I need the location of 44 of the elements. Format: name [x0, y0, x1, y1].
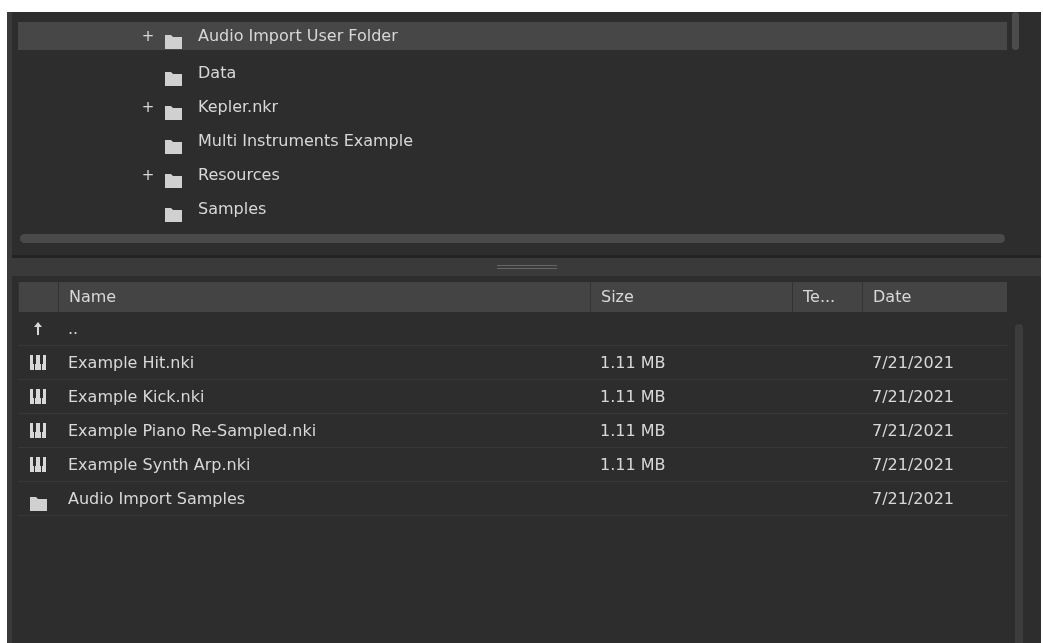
folder-icon — [165, 139, 182, 154]
table-cell: 7/21/2021 — [872, 386, 955, 406]
tree-item[interactable]: Multi Instruments Example — [18, 124, 1007, 158]
table-cell: 7/21/2021 — [872, 352, 955, 372]
table-cell: 1.11 MB — [600, 352, 666, 372]
file-name[interactable]: Example Piano Re-Sampled.nki — [68, 420, 317, 440]
file-name[interactable]: Example Hit.nki — [68, 352, 195, 372]
column-header[interactable]: Te... — [792, 282, 862, 312]
tree-item[interactable]: + Kepler.nkr — [18, 90, 1007, 124]
column-header[interactable]: Size — [590, 282, 792, 312]
file-name[interactable]: Audio Import Samples — [68, 488, 246, 508]
table-cell: 7/21/2021 — [872, 420, 955, 440]
column-header[interactable]: Date — [862, 282, 1007, 312]
vertical-scrollbar[interactable] — [1012, 12, 1019, 50]
expand-toggle[interactable]: + — [138, 95, 158, 119]
file-name[interactable]: .. — [68, 318, 79, 338]
piano-keys-icon — [30, 389, 46, 404]
table-cell: 7/21/2021 — [872, 488, 955, 508]
folder-icon — [165, 207, 182, 222]
file-name[interactable]: Example Kick.nki — [68, 386, 205, 406]
piano-keys-icon — [30, 355, 46, 370]
folder-icon — [165, 71, 182, 86]
table-cell: 1.11 MB — [600, 386, 666, 406]
file-name[interactable]: Example Synth Arp.nki — [68, 454, 251, 474]
tree-item[interactable]: + Resources — [18, 158, 1007, 192]
piano-keys-icon — [30, 423, 46, 438]
pane-splitter[interactable] — [12, 258, 1041, 276]
table-cell: 1.11 MB — [600, 454, 666, 474]
expand-toggle[interactable]: + — [138, 24, 158, 48]
folder-icon — [165, 173, 182, 188]
folder-icon — [165, 105, 182, 120]
folder-icon — [29, 497, 47, 511]
piano-keys-icon — [30, 457, 46, 472]
tree-item[interactable]: Samples — [18, 192, 1007, 226]
grip-icon — [496, 265, 557, 269]
table-cell: 1.11 MB — [600, 420, 666, 440]
table-cell: 7/21/2021 — [872, 454, 955, 474]
folder-icon — [165, 34, 182, 49]
horizontal-scrollbar[interactable] — [20, 234, 1005, 243]
tree-item[interactable]: Data — [18, 56, 1007, 90]
tree-item[interactable]: + Audio Import User Folder — [18, 22, 1007, 50]
up-arrow-icon — [34, 322, 42, 335]
expand-toggle[interactable]: + — [138, 163, 158, 187]
column-header[interactable]: Name — [58, 282, 590, 312]
